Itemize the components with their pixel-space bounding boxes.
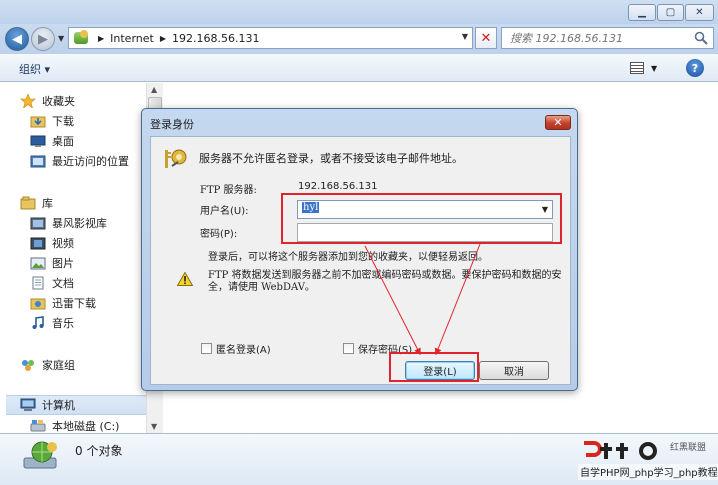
command-toolbar: 组织 ▾ ▼ ? (0, 54, 718, 82)
forward-button[interactable]: ▶ (31, 27, 55, 51)
stop-button[interactable]: ✕ (475, 27, 497, 49)
scroll-up-icon[interactable]: ▲ (151, 85, 157, 94)
address-dropdown-icon[interactable]: ▼ (462, 32, 468, 41)
watermark-tag: 红黑联盟 (670, 443, 707, 453)
view-list-icon (630, 62, 644, 74)
search-box[interactable] (501, 27, 714, 49)
close-icon: ✕ (553, 116, 563, 129)
login-highlight-box (389, 352, 479, 382)
favorites-note: 登录后，可以将这个服务器添加到您的收藏夹，以便轻易返回。 (208, 252, 488, 263)
dialog-title: 登录身份 (150, 118, 194, 131)
address-bar[interactable]: ▶ Internet ▶ 192.168.56.131 ▼ (68, 27, 473, 49)
xunlei-folder-icon (30, 298, 46, 310)
username-label: 用户名(U): (200, 206, 249, 217)
back-button[interactable]: ◀ (5, 27, 29, 51)
checkbox-box[interactable] (343, 343, 354, 354)
forward-arrow-icon: ▶ (38, 31, 48, 47)
video-library-icon (30, 217, 46, 230)
change-view-button[interactable]: ▼ (630, 60, 664, 76)
help-button[interactable]: ? (686, 59, 704, 77)
watermark-logo (584, 441, 657, 460)
computer-icon (20, 398, 36, 411)
close-icon: ✕ (695, 7, 704, 18)
anonymous-login-checkbox[interactable]: 匿名登录(A) (201, 341, 271, 356)
homegroup-icon (22, 360, 34, 371)
recent-pages-dropdown-icon[interactable]: ▼ (58, 34, 64, 43)
back-arrow-icon: ◀ (12, 31, 22, 47)
security-warning: FTP 将数据发送到服务器之前不加密或编码密码或数据。要保护密码和数据的安全，请… (208, 270, 562, 293)
chevron-right-icon[interactable]: ▶ (160, 34, 166, 43)
key-icon (165, 149, 187, 168)
help-icon: ? (691, 61, 699, 75)
search-input[interactable] (502, 28, 682, 48)
hard-drive-icon (30, 420, 46, 432)
scroll-down-icon[interactable]: ▼ (151, 422, 157, 431)
videos-icon (30, 237, 46, 250)
organize-button[interactable]: 组织 ▾ (19, 61, 50, 77)
recent-places-icon (30, 155, 46, 168)
warning-icon (177, 272, 193, 286)
breadcrumb-internet[interactable]: Internet (110, 32, 154, 45)
chevron-right-icon[interactable]: ▶ (98, 34, 104, 43)
status-item-count: 0 个对象 (75, 444, 123, 458)
dialog-body: 服务器不允许匿名登录，或者不接受该电子邮件地址。 FTP 服务器: 192.16… (150, 136, 571, 385)
anonymous-login-label: 匿名登录(A) (216, 345, 271, 356)
cancel-button[interactable]: 取消 (479, 361, 549, 380)
downloads-folder-icon (30, 116, 46, 128)
music-icon (32, 316, 44, 329)
nav-item-computer[interactable]: 计算机 (6, 395, 146, 415)
desktop-icon (30, 135, 46, 147)
ftp-server-value: 192.168.56.131 (298, 181, 378, 192)
credentials-highlight-box (281, 193, 562, 244)
view-dropdown-icon: ▼ (651, 63, 658, 73)
navigation-pane: 收藏夹 下载 桌面 最近访问的位置 库 暴风影视库 视频 图片 文档 迅雷下载 … (0, 83, 146, 433)
minimize-button[interactable]: ▁ (628, 4, 656, 21)
ftp-server-label: FTP 服务器: (200, 185, 257, 196)
pictures-icon (30, 257, 46, 270)
network-folder-icon (23, 441, 57, 469)
password-label: 密码(P): (200, 229, 238, 240)
network-location-icon (72, 29, 92, 47)
stop-x-icon: ✕ (480, 30, 492, 46)
dialog-close-button[interactable]: ✕ (545, 115, 571, 130)
library-icon (20, 196, 36, 210)
star-icon (20, 94, 36, 108)
login-dialog: 登录身份 ✕ 服务器不允许匿名登录，或者不接受该电子邮件地址。 FTP 服务器:… (141, 108, 578, 391)
documents-icon (32, 276, 44, 290)
watermark: 红黑联盟 自学PHP网_php学习_php教程 (578, 437, 718, 485)
checkbox-box[interactable] (201, 343, 212, 354)
maximize-button[interactable]: ▢ (657, 4, 684, 21)
close-window-button[interactable]: ✕ (685, 4, 714, 21)
window-titlebar: ▁ ▢ ✕ (0, 0, 718, 24)
breadcrumb-host[interactable]: 192.168.56.131 (172, 32, 259, 45)
search-icon[interactable] (694, 31, 708, 45)
maximize-icon: ▢ (665, 7, 676, 18)
dialog-message: 服务器不允许匿名登录，或者不接受该电子邮件地址。 (199, 152, 463, 165)
watermark-text: 自学PHP网_php学习_php教程 (578, 464, 718, 480)
minimize-icon: ▁ (638, 7, 646, 18)
